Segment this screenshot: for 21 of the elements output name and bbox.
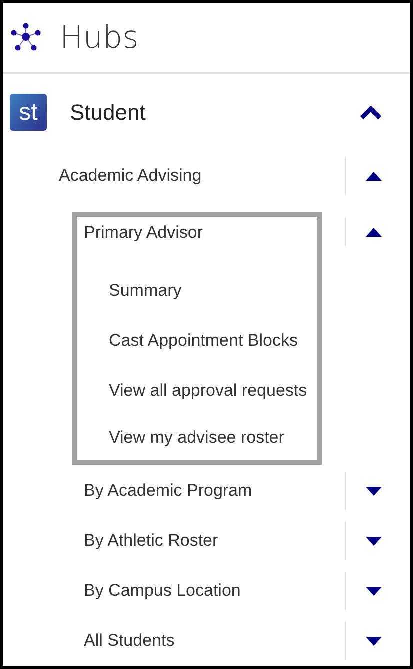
triangle-icon[interactable] [366,172,382,180]
menu-item[interactable]: By Academic Program [84,481,252,500]
chevron-icon[interactable] [359,106,383,120]
student-hub-label[interactable]: Student [70,100,146,126]
triangle-icon[interactable] [366,228,382,236]
triangle-icon[interactable] [366,586,382,596]
triangle-icon[interactable] [366,636,382,646]
menu-item[interactable]: Primary Advisor [84,223,204,243]
menu-item[interactable]: All Students [84,631,175,650]
student-badge: st [10,94,47,131]
hubs-title: Hubs [60,20,139,56]
menu-item[interactable]: By Campus Location [84,581,241,600]
menu-link[interactable]: Cast Appointment Blocks [109,331,298,351]
hub-network-icon [10,22,42,52]
triangle-icon[interactable] [366,486,382,496]
menu-link[interactable]: View all approval requests [109,381,308,401]
menu-link[interactable]: View my advisee roster [109,428,284,448]
menu-item[interactable]: Academic Advising [59,166,202,186]
menu-item[interactable]: By Athletic Roster [84,531,218,550]
triangle-icon[interactable] [366,536,382,546]
menu-link[interactable]: Summary [109,281,182,301]
